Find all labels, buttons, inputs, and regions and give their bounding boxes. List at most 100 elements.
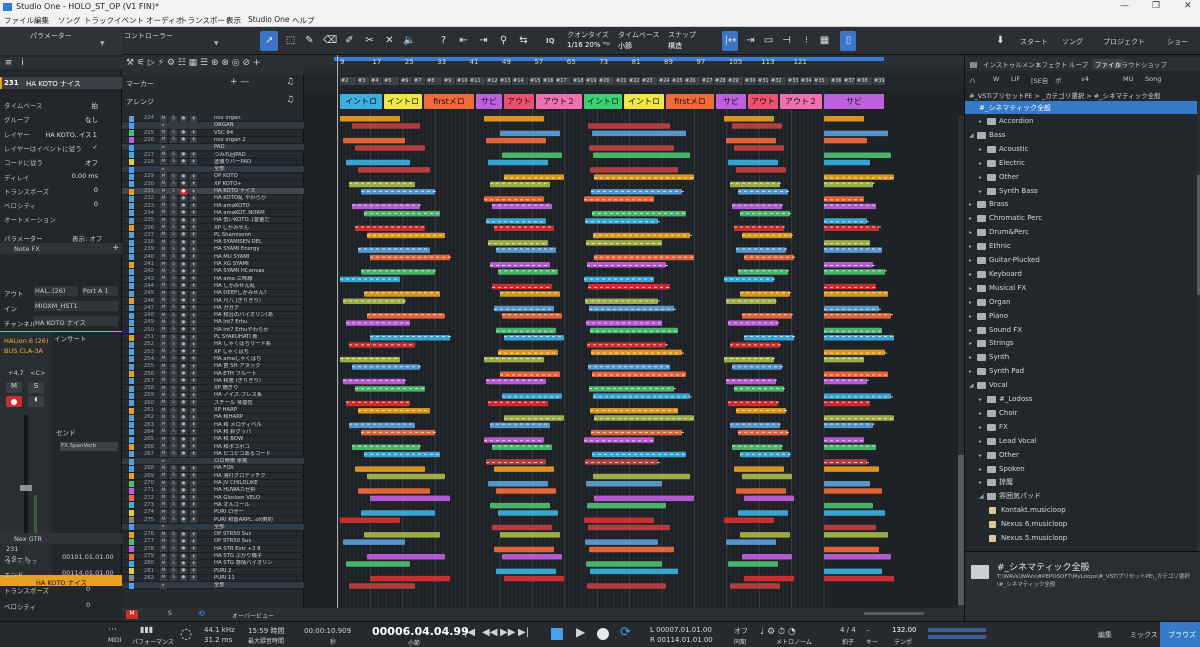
track-row[interactable]: 246 M S ● ◖ HA 尺八 (ぎりぎり) bbox=[122, 298, 304, 305]
ruler-bar-number[interactable]: 57 bbox=[534, 58, 543, 66]
track-mute-button[interactable]: M bbox=[160, 473, 167, 480]
send-item[interactable]: FX SpanVerb bbox=[60, 442, 118, 451]
track-row[interactable]: 282 M S ● ◖ PURI 11 bbox=[122, 575, 304, 583]
folder-expand-icon[interactable]: ▸ bbox=[160, 458, 167, 465]
track-solo-button[interactable]: S bbox=[170, 414, 177, 421]
track-mute-button[interactable]: M bbox=[160, 276, 167, 283]
download-icon[interactable]: ⬇ bbox=[994, 34, 1007, 47]
track-monitor-button[interactable]: ◖ bbox=[190, 487, 197, 494]
maximize-button[interactable]: ❐ bbox=[1152, 1, 1160, 11]
track-record-button[interactable]: ● bbox=[180, 268, 187, 275]
folder-expand-icon[interactable]: ▸ bbox=[160, 144, 167, 151]
track-solo-button[interactable]: S bbox=[170, 502, 177, 509]
track-row[interactable]: 264 M S ● ◖ HA 和 鈴グッパ bbox=[122, 429, 304, 437]
track-record-button[interactable]: ● bbox=[180, 188, 187, 195]
track-monitor-button[interactable]: ◖ bbox=[190, 290, 197, 297]
edit-view-button[interactable]: 編集 bbox=[1098, 630, 1112, 640]
sync-icon[interactable]: ⟲ bbox=[198, 609, 205, 618]
arranger-section[interactable]: イントロ bbox=[384, 94, 422, 109]
position-main[interactable]: 00006.04.04.99 bbox=[372, 625, 469, 638]
overview-label[interactable]: オーバービュー bbox=[232, 611, 274, 620]
minimize-button[interactable]: — bbox=[1120, 1, 1129, 11]
params-label[interactable]: パラメーター bbox=[30, 31, 72, 41]
track-monitor-button[interactable]: ◖ bbox=[190, 276, 197, 283]
arranger-section[interactable]: firstメロ bbox=[666, 94, 714, 109]
rewind-start-icon[interactable]: |◀ bbox=[464, 627, 475, 638]
track-record-button[interactable]: ● bbox=[180, 538, 187, 545]
ch-select[interactable]: HA KOTO ナイス bbox=[34, 316, 118, 327]
ruler-bar-number[interactable]: 49 bbox=[502, 58, 511, 66]
track-mute-button[interactable]: M bbox=[160, 173, 167, 180]
track-mute-button[interactable]: M bbox=[160, 400, 167, 407]
collapsed-arrow-icon[interactable]: ▸ bbox=[969, 240, 972, 253]
track-monitor-button[interactable]: ◖ bbox=[190, 181, 197, 188]
collapsed-arrow-icon[interactable]: ▸ bbox=[979, 449, 982, 462]
track-solo-button[interactable]: S bbox=[170, 392, 177, 399]
folder-track[interactable]: ▸ 全部 bbox=[122, 523, 304, 532]
track-solo-button[interactable]: S bbox=[170, 429, 177, 436]
browser-item[interactable]: Kontakt.musicloop bbox=[965, 504, 1197, 517]
track-solo-button[interactable]: S bbox=[170, 480, 177, 487]
track-monitor-button[interactable]: ◖ bbox=[190, 159, 197, 166]
track-mute-button[interactable]: M bbox=[160, 254, 167, 261]
arranger-section[interactable]: サビ bbox=[824, 94, 884, 109]
track-row[interactable]: 262 M S ● ◖ HA 和HARP bbox=[122, 414, 304, 422]
track-solo-button[interactable]: S bbox=[170, 371, 177, 377]
track-row[interactable]: 270 M S ● ◖ HA JV CHILDLIKE bbox=[122, 480, 304, 488]
track-monitor-button[interactable]: ◖ bbox=[190, 553, 197, 560]
track-monitor-button[interactable]: ◖ bbox=[190, 137, 197, 144]
quantize-value[interactable]: 1/16 20% ᵀʳᵖ bbox=[567, 41, 610, 49]
browser-item[interactable]: ◢ 雰囲気パッド bbox=[965, 490, 1197, 503]
track-monitor-button[interactable]: ◖ bbox=[190, 298, 197, 304]
track-solo-button[interactable]: S bbox=[170, 531, 177, 538]
monitor-button[interactable]: ◖ bbox=[28, 396, 44, 407]
track-solo-button[interactable]: S bbox=[170, 137, 177, 144]
track-mute-button[interactable]: M bbox=[160, 422, 167, 429]
arranger-section[interactable]: イントロ bbox=[584, 94, 622, 109]
marker[interactable]: #27 bbox=[701, 77, 713, 85]
browser-item[interactable]: ▸ Drum&Perc bbox=[965, 226, 1197, 239]
listen-tool-icon[interactable]: 🔈 bbox=[403, 34, 416, 47]
track-record-button[interactable]: ● bbox=[180, 232, 187, 239]
marker[interactable]: #9 bbox=[443, 77, 455, 85]
track-solo-button[interactable]: S bbox=[170, 305, 177, 312]
arranger-section[interactable]: アウト２ bbox=[780, 94, 822, 109]
folder-track[interactable]: ▸ ORGAN bbox=[122, 122, 304, 130]
track-solo-button[interactable]: S bbox=[170, 312, 177, 319]
track-record-button[interactable]: ● bbox=[180, 319, 187, 326]
track-monitor-button[interactable]: ◖ bbox=[190, 444, 197, 450]
marker[interactable]: #23 bbox=[641, 77, 657, 85]
ruler-bar-number[interactable]: 89 bbox=[664, 58, 673, 66]
track-solo-button[interactable]: S bbox=[170, 538, 177, 545]
browser-item[interactable]: ▸ Guitar-Plucked bbox=[965, 254, 1197, 267]
tracklist-tools-icon[interactable]: ⚒ ⚟ ▷ ⚡ ⚙ ☷ ▦ ☰ ⊕ ⊗ ◎ ⊘ + bbox=[126, 58, 260, 68]
arrange-note-icon[interactable]: ♫ bbox=[286, 95, 294, 105]
track-record-button[interactable]: ● bbox=[180, 115, 187, 122]
project-page-button[interactable]: プロジェクト bbox=[1103, 37, 1145, 47]
track-monitor-button[interactable]: ◖ bbox=[190, 115, 197, 122]
marker[interactable]: #39 bbox=[873, 77, 885, 85]
range-tool-icon[interactable]: ⬚ bbox=[284, 34, 297, 47]
track-monitor-button[interactable]: ◖ bbox=[190, 371, 197, 377]
track-row[interactable]: 266 M S ● ◖ HA 和ボゴポコ bbox=[122, 444, 304, 451]
browser-filter[interactable]: MU bbox=[1123, 75, 1133, 83]
marker[interactable]: #36 bbox=[830, 77, 842, 85]
browser-item[interactable]: ▸ Organ bbox=[965, 296, 1197, 309]
track-mute-button[interactable]: M bbox=[160, 546, 167, 553]
track-mute-button[interactable]: M bbox=[160, 429, 167, 436]
song-page-button[interactable]: ソング bbox=[1062, 37, 1083, 47]
track-row[interactable]: 242 M S ● ◖ HA SYAMI HCanvas bbox=[122, 268, 304, 276]
track-solo-button[interactable]: S bbox=[170, 444, 177, 450]
track-mute-button[interactable]: M bbox=[160, 203, 167, 210]
track-mute-button[interactable]: M bbox=[160, 239, 167, 246]
collapsed-arrow-icon[interactable]: ▸ bbox=[969, 282, 972, 295]
vel-value[interactable]: 0 bbox=[86, 601, 90, 609]
track-row[interactable]: 250 M S ● ◖ HA int7 Erhuやわらか bbox=[122, 327, 304, 334]
insert-label[interactable]: インサート bbox=[54, 333, 87, 343]
track-mute-button[interactable]: M bbox=[160, 319, 167, 326]
mute-tool-icon[interactable]: ✕ bbox=[383, 34, 396, 47]
folder-expand-icon[interactable]: ▸ bbox=[160, 582, 167, 589]
track-record-button[interactable]: ● bbox=[180, 298, 187, 304]
tp-value[interactable]: 0 bbox=[86, 585, 90, 593]
browser-item[interactable]: ▸ #_Lodoss bbox=[965, 393, 1197, 406]
